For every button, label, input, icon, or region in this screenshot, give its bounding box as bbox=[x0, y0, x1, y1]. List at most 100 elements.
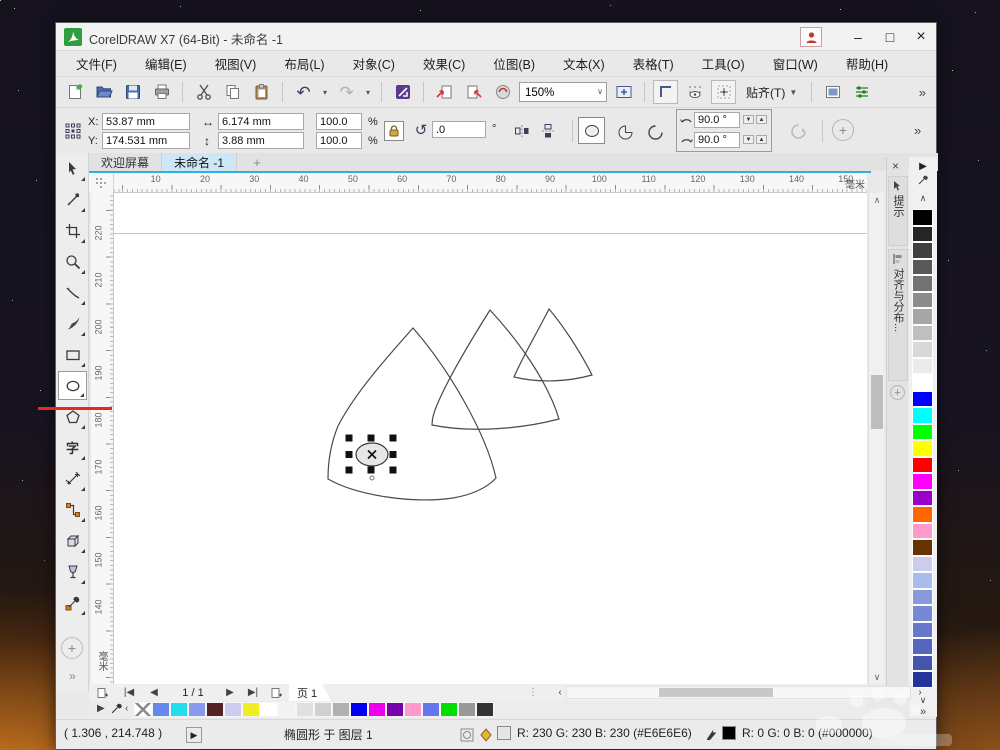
quick-customize-button[interactable]: + bbox=[890, 385, 905, 400]
scrollbar-grip[interactable]: ⋮ bbox=[529, 684, 537, 701]
search-content-button[interactable] bbox=[390, 80, 415, 104]
docker-tab-align-distribute[interactable]: 对齐与分布... bbox=[888, 249, 908, 381]
toolbox-overflow-button[interactable]: » bbox=[58, 665, 87, 687]
document-palette-swatch[interactable] bbox=[206, 702, 224, 717]
palette-swatch[interactable] bbox=[912, 539, 933, 556]
text-tool[interactable]: 字 bbox=[58, 433, 87, 462]
add-page-end-button[interactable] bbox=[267, 684, 285, 701]
zoom-level-input[interactable] bbox=[520, 84, 586, 102]
start-angle-down[interactable]: ▼ bbox=[743, 115, 754, 124]
y-position-field[interactable] bbox=[102, 132, 190, 149]
vertical-scrollbar[interactable]: ∧ ∨ bbox=[868, 193, 884, 684]
alignment-guides-button[interactable] bbox=[711, 80, 736, 104]
menu-item[interactable]: 布局(L) bbox=[270, 50, 338, 77]
crop-tool[interactable] bbox=[58, 216, 87, 245]
palette-swatch[interactable] bbox=[912, 407, 933, 424]
document-palette-swatch[interactable] bbox=[296, 702, 314, 717]
menu-item[interactable]: 对象(C) bbox=[339, 50, 409, 77]
palette-swatch[interactable] bbox=[912, 523, 933, 540]
scroll-down-arrow[interactable]: ∨ bbox=[869, 670, 885, 684]
palette-swatch[interactable] bbox=[912, 341, 933, 358]
redo-dropdown[interactable]: ▾ bbox=[363, 88, 373, 97]
extrude-tool[interactable] bbox=[58, 526, 87, 555]
maximize-button[interactable]: □ bbox=[876, 25, 904, 49]
scroll-left-arrow[interactable]: ‹ bbox=[553, 684, 567, 701]
document-palette-swatch[interactable] bbox=[278, 702, 296, 717]
scroll-right-arrow[interactable]: › bbox=[913, 684, 927, 701]
menu-item[interactable]: 工具(O) bbox=[688, 50, 759, 77]
document-palette-swatch[interactable] bbox=[314, 702, 332, 717]
user-account-button[interactable] bbox=[800, 27, 822, 47]
document-palette-swatch[interactable] bbox=[152, 702, 170, 717]
palette-swatch[interactable] bbox=[912, 638, 933, 655]
play-record-icon[interactable]: ▶ bbox=[186, 727, 202, 743]
scale-vertical-field[interactable] bbox=[316, 132, 362, 149]
palette-swatch[interactable] bbox=[912, 440, 933, 457]
palette-swatch[interactable] bbox=[912, 506, 933, 523]
palette-swatch[interactable] bbox=[912, 308, 933, 325]
options-button[interactable] bbox=[820, 80, 845, 104]
add-preset-button[interactable]: + bbox=[832, 119, 854, 141]
mirror-vertical-button[interactable] bbox=[538, 121, 558, 141]
document-palette-swatch[interactable] bbox=[458, 702, 476, 717]
menu-item[interactable]: 编辑(E) bbox=[131, 50, 201, 77]
menu-item[interactable]: 表格(T) bbox=[619, 50, 688, 77]
zoom-tool[interactable] bbox=[58, 247, 87, 276]
pie-mode-button[interactable] bbox=[614, 121, 636, 143]
undo-button[interactable]: ↶ bbox=[291, 80, 316, 104]
menu-item[interactable]: 窗口(W) bbox=[759, 50, 832, 77]
horizontal-ruler[interactable]: 102030405060708090100110120130140150 毫米 bbox=[114, 173, 867, 193]
document-palette-swatch[interactable] bbox=[422, 702, 440, 717]
menu-item[interactable]: 文本(X) bbox=[549, 50, 619, 77]
end-angle-up[interactable]: ▲ bbox=[756, 135, 767, 144]
palette-scroll-up-icon[interactable]: ∧ bbox=[909, 191, 937, 205]
document-palette-swatch[interactable] bbox=[134, 702, 152, 717]
rotation-angle-field[interactable] bbox=[432, 121, 486, 138]
close-button[interactable]: × bbox=[907, 25, 935, 49]
print-button[interactable] bbox=[149, 80, 174, 104]
connector-tool[interactable] bbox=[58, 495, 87, 524]
object-width-field[interactable] bbox=[218, 113, 304, 130]
document-palette-swatch[interactable] bbox=[188, 702, 206, 717]
horizontal-scrollbar-thumb[interactable] bbox=[659, 688, 773, 697]
start-angle-field[interactable] bbox=[694, 112, 740, 128]
copy-button[interactable] bbox=[220, 80, 245, 104]
transparency-tool[interactable] bbox=[58, 557, 87, 586]
import-button[interactable] bbox=[432, 80, 457, 104]
palette-expand-icon[interactable]: » bbox=[909, 705, 937, 719]
palette-swatch[interactable] bbox=[912, 325, 933, 342]
palette-swatch[interactable] bbox=[912, 209, 933, 226]
document-palette-swatch[interactable] bbox=[170, 702, 188, 717]
docker-close-icon[interactable]: × bbox=[892, 159, 899, 173]
zoom-level-combo[interactable]: ∨ bbox=[519, 82, 607, 102]
lock-ratio-button[interactable] bbox=[384, 121, 404, 141]
document-palette-swatch[interactable] bbox=[404, 702, 422, 717]
rectangle-tool[interactable] bbox=[58, 340, 87, 369]
open-button[interactable] bbox=[91, 80, 116, 104]
object-height-field[interactable] bbox=[218, 132, 304, 149]
document-palette-swatch[interactable] bbox=[242, 702, 260, 717]
horizontal-scrollbar[interactable] bbox=[566, 686, 911, 699]
first-page-button[interactable]: |◀ bbox=[121, 684, 137, 701]
document-palette-eyedropper-icon[interactable] bbox=[111, 703, 122, 717]
palette-swatch[interactable] bbox=[912, 589, 933, 606]
document-palette-swatch[interactable] bbox=[260, 702, 278, 717]
mirror-horizontal-button[interactable] bbox=[512, 121, 532, 141]
end-angle-down[interactable]: ▼ bbox=[743, 135, 754, 144]
redo-button[interactable]: ↷ bbox=[334, 80, 359, 104]
document-palette-swatch[interactable] bbox=[224, 702, 242, 717]
document-tab[interactable]: 欢迎屏幕 bbox=[89, 153, 162, 171]
vertical-ruler[interactable]: 220210200190180170160150140 毫米 bbox=[91, 193, 114, 684]
palette-swatch[interactable] bbox=[912, 259, 933, 276]
title-bar[interactable]: CorelDRAW X7 (64-Bit) - 未命名 -1 – □ × bbox=[56, 23, 936, 51]
drawn-shape-right[interactable] bbox=[514, 309, 592, 381]
add-tool-button[interactable]: + bbox=[61, 637, 83, 659]
scale-horizontal-field[interactable] bbox=[316, 113, 362, 130]
minimize-button[interactable]: – bbox=[844, 25, 872, 49]
next-page-button[interactable]: ▶ bbox=[223, 684, 237, 701]
application-launcher-button[interactable] bbox=[849, 80, 874, 104]
menu-item[interactable]: 效果(C) bbox=[409, 50, 479, 77]
color-eyedropper-tool[interactable] bbox=[58, 588, 87, 617]
add-page-start-button[interactable] bbox=[93, 684, 111, 701]
change-direction-button[interactable] bbox=[788, 121, 808, 141]
